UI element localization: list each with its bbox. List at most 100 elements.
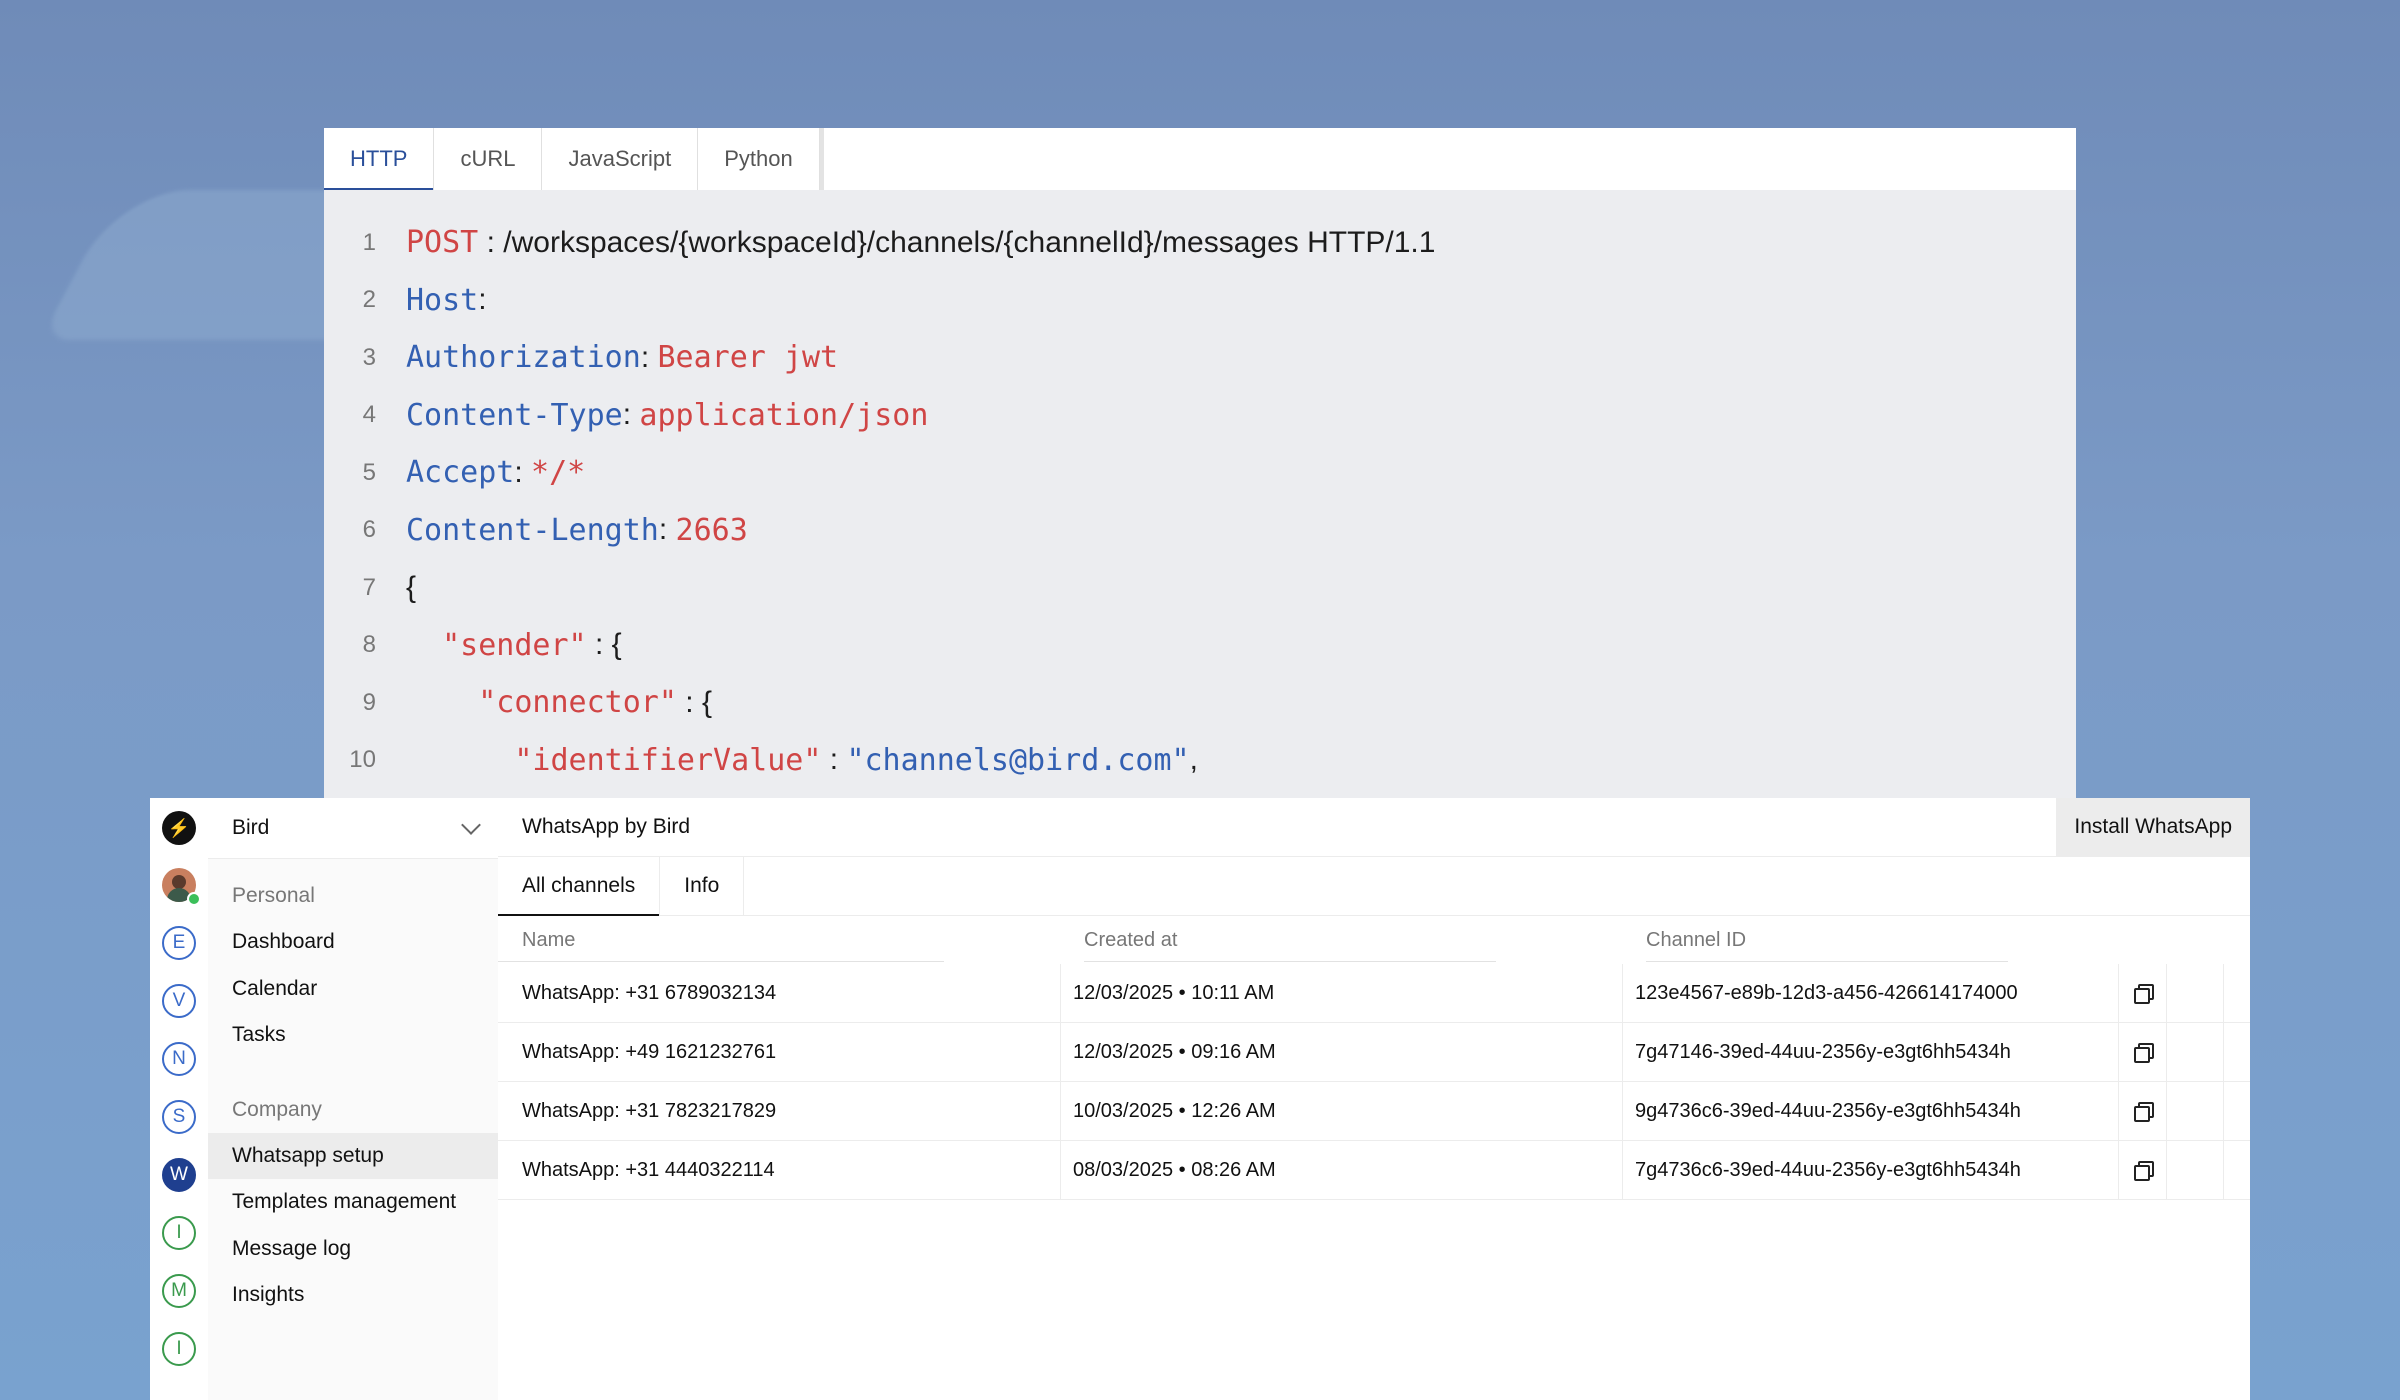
copy-button[interactable] [2118, 1082, 2166, 1140]
cell-created-at: 12/03/2025 • 09:16 AM [1060, 1023, 1622, 1081]
page-header: WhatsApp by Bird Install WhatsApp [498, 798, 2250, 857]
http-method: POST [406, 225, 479, 261]
copy-icon [2133, 1043, 2154, 1063]
header-key: Accept [406, 455, 515, 491]
row-action-cell [2166, 1082, 2224, 1140]
cell-name: WhatsApp: +49 1621232761 [522, 1040, 777, 1063]
section-label-company: Company [232, 1097, 322, 1121]
channels-table: Name Created at Channel ID WhatsApp: +31… [498, 916, 2250, 1200]
json-colon: : [821, 743, 847, 777]
code-line: 10 "identifierValue" : "channels@bird.co… [324, 732, 2076, 790]
cell-created-at: 08/03/2025 • 08:26 AM [1060, 1141, 1622, 1199]
column-header-created-at[interactable]: Created at [1084, 916, 1496, 964]
main-content: WhatsApp by Bird Install WhatsApp All ch… [498, 798, 2250, 1400]
copy-button[interactable] [2118, 964, 2166, 1022]
column-header-channel-id[interactable]: Channel ID [1646, 916, 2008, 964]
sidebar-item-whatsapp-setup[interactable]: Whatsapp setup [208, 1132, 498, 1179]
table-row[interactable]: WhatsApp: +31 6789032134 12/03/2025 • 10… [498, 964, 2250, 1023]
workspace-m[interactable]: M [162, 1274, 196, 1308]
header-colon: : [622, 398, 640, 432]
table-body: WhatsApp: +31 6789032134 12/03/2025 • 10… [498, 964, 2250, 1200]
json-brace: { [406, 570, 417, 604]
header-value: application/json [639, 397, 929, 433]
line-number: 4 [362, 401, 376, 429]
json-colon: : { [676, 685, 712, 719]
code-line: 3 Authorization: Bearer jwt [324, 329, 2076, 387]
cell-channel-id: 9g4736c6-39ed-44uu-2356y-e3gt6hh5434h [1622, 1082, 2118, 1140]
json-value: "channels@bird.com" [846, 742, 1190, 778]
workspace-n[interactable]: N [162, 1042, 196, 1076]
workspace-i-2[interactable]: I [162, 1332, 196, 1366]
sidebar: Bird Personal Dashboard Calendar Tasks C… [208, 798, 499, 1400]
workspace-e[interactable]: E [162, 926, 196, 960]
code-line: 5 Accept: */* [324, 444, 2076, 502]
sidebar-item-calendar[interactable]: Calendar [208, 966, 498, 1013]
line-number: 3 [362, 343, 376, 371]
table-header: Name Created at Channel ID [498, 916, 2250, 964]
cell-name: WhatsApp: +31 4440322114 [522, 1158, 775, 1181]
header-value: Bearer jwt [657, 340, 839, 376]
copy-button[interactable] [2118, 1023, 2166, 1081]
method-separator: : [478, 225, 504, 259]
cell-created-at: 12/03/2025 • 10:11 AM [1060, 964, 1622, 1022]
sidebar-item-insights[interactable]: Insights [208, 1272, 498, 1319]
table-row[interactable]: WhatsApp: +31 7823217829 10/03/2025 • 12… [498, 1082, 2250, 1141]
line-number: 5 [362, 458, 376, 486]
install-whatsapp-button[interactable]: Install WhatsApp [2056, 798, 2250, 856]
cell-channel-id: 123e4567-e89b-12d3-a456-426614174000 [1622, 964, 2118, 1022]
cell-channel-id: 7g47146-39ed-44uu-2356y-e3gt6hh5434h [1622, 1023, 2118, 1081]
line-number: 7 [362, 573, 376, 601]
sidebar-item-message-log[interactable]: Message log [208, 1226, 498, 1273]
header-colon: : [478, 283, 487, 317]
header-colon: : [658, 513, 676, 547]
copy-button[interactable] [2118, 1141, 2166, 1199]
tab-python[interactable]: Python [698, 128, 820, 190]
line-number: 6 [362, 516, 376, 544]
line-number: 2 [362, 286, 376, 314]
tab-javascript[interactable]: JavaScript [542, 128, 699, 190]
workspace-v[interactable]: V [162, 984, 196, 1018]
line-number: 1 [362, 228, 376, 256]
header-key: Host [406, 282, 479, 318]
line-number: 10 [349, 746, 376, 774]
table-row[interactable]: WhatsApp: +49 1621232761 12/03/2025 • 09… [498, 1023, 2250, 1082]
online-status-dot [187, 892, 201, 906]
sidebar-item-templates-management[interactable]: Templates management [208, 1179, 498, 1226]
tab-curl[interactable]: cURL [434, 128, 543, 190]
header-colon: : [640, 340, 658, 374]
code-line: 4 Content-Type: application/json [324, 387, 2076, 445]
row-action-cell [2166, 1141, 2224, 1199]
copy-icon [2133, 1161, 2154, 1181]
column-header-name[interactable]: Name [498, 916, 944, 964]
workspace-w[interactable]: W [162, 1158, 196, 1192]
tab-http[interactable]: HTTP [324, 128, 435, 190]
header-value: 2663 [675, 512, 748, 548]
tabs-divider [819, 128, 824, 190]
header-key: Content-Length [406, 512, 659, 548]
json-colon: : { [586, 628, 622, 662]
code-line: 2 Host: [324, 272, 2076, 330]
tab-all-channels[interactable]: All channels [498, 857, 661, 916]
request-path: /workspaces/{workspaceId}/channels/{chan… [503, 225, 1436, 259]
cell-name: WhatsApp: +31 6789032134 [522, 981, 777, 1004]
table-row[interactable]: WhatsApp: +31 4440322114 08/03/2025 • 08… [498, 1141, 2250, 1200]
org-selector[interactable]: Bird [208, 798, 498, 859]
code-block: 1 POST : /workspaces/{workspaceId}/chann… [324, 190, 2076, 789]
sidebar-item-tasks[interactable]: Tasks [208, 1012, 498, 1059]
sidebar-item-dashboard[interactable]: Dashboard [208, 919, 498, 966]
tab-info[interactable]: Info [660, 857, 745, 915]
workspace-s[interactable]: S [162, 1100, 196, 1134]
code-line: 6 Content-Length: 2663 [324, 502, 2076, 560]
json-key: "connector" [478, 685, 677, 721]
cell-name: WhatsApp: +31 7823217829 [522, 1099, 777, 1122]
json-key: "sender" [442, 627, 587, 663]
app-window: ⚡ E V N S W I M I Bird Personal Dashboar… [150, 798, 2250, 1400]
workspace-i[interactable]: I [162, 1216, 196, 1250]
copy-icon [2133, 1102, 2154, 1122]
chevron-down-icon [461, 815, 481, 835]
bird-logo-icon[interactable]: ⚡ [162, 811, 196, 845]
copy-icon [2133, 984, 2154, 1004]
header-key: Authorization [406, 340, 641, 376]
